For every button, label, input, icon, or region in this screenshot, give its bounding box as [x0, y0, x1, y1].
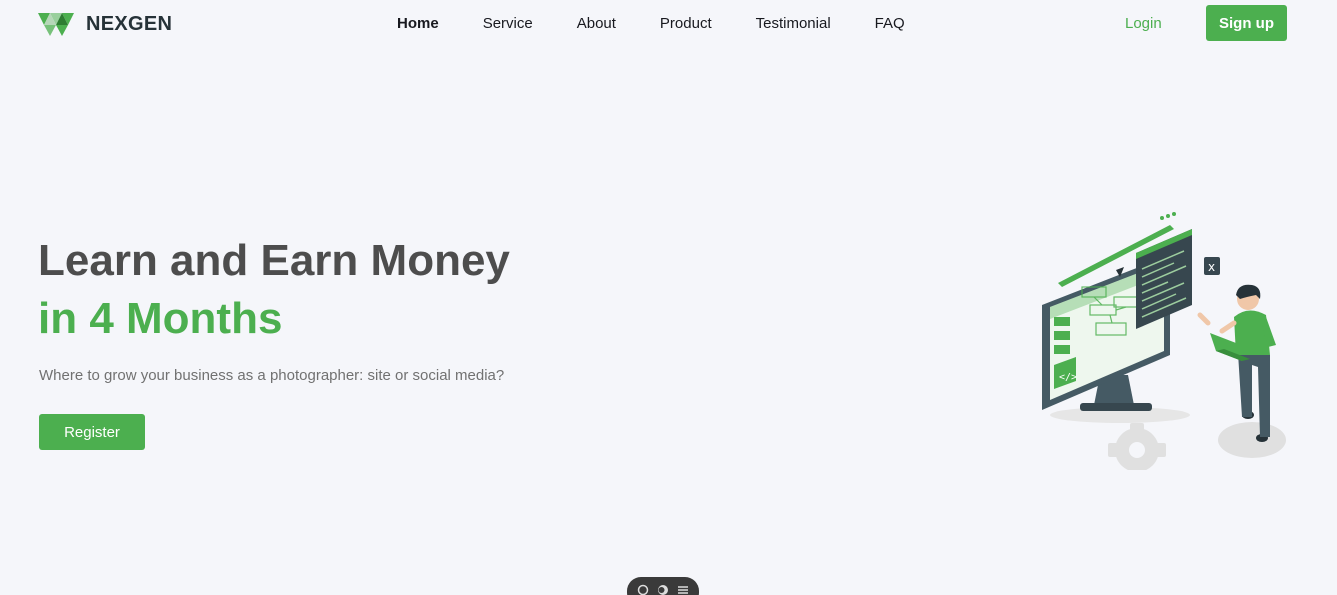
signup-button[interactable]: Sign up	[1206, 5, 1287, 41]
hero-title-line1: Learn and Earn Money	[38, 236, 510, 285]
hero-subtitle: Where to grow your business as a photogr…	[39, 367, 505, 384]
hero-title: Learn and Earn Money in 4 Months	[38, 232, 510, 348]
nav-item-testimonial[interactable]: Testimonial	[756, 15, 831, 33]
nav-item-service[interactable]: Service	[483, 15, 533, 33]
toggle-icon[interactable]	[657, 583, 669, 595]
developer-monitor-illustration: </> x	[1042, 212, 1286, 470]
brand-logo[interactable]: NEXGEN	[38, 10, 172, 38]
svg-text:</>: </>	[1059, 372, 1077, 383]
brand-name: NEXGEN	[86, 12, 173, 35]
floating-toolbar	[627, 577, 699, 595]
register-button[interactable]: Register	[39, 414, 145, 450]
nav-item-product[interactable]: Product	[660, 15, 712, 33]
menu-icon[interactable]	[677, 583, 689, 595]
nav-item-home[interactable]: Home	[397, 15, 439, 33]
login-link[interactable]: Login	[1125, 15, 1162, 33]
svg-text:x: x	[1208, 260, 1215, 274]
triangle-logo-icon	[38, 13, 74, 36]
hero-title-line2: in 4 Months	[38, 294, 283, 343]
nav-item-faq[interactable]: FAQ	[875, 15, 905, 33]
site-header: NEXGEN Home Service About Product Testim…	[0, 0, 1337, 48]
chat-icon[interactable]	[637, 583, 649, 595]
main-nav: Home Service About Product Testimonial F…	[397, 15, 949, 33]
nav-item-about[interactable]: About	[577, 15, 616, 33]
